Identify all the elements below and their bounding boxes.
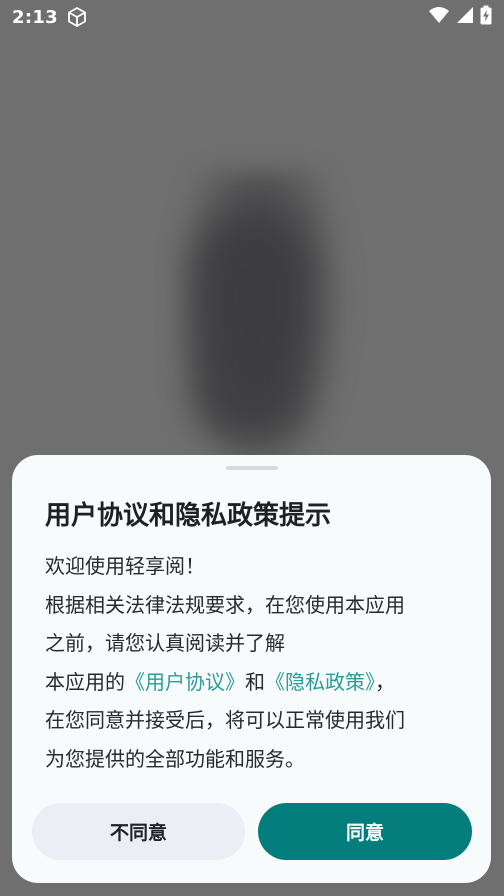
- signal-icon: [456, 6, 474, 28]
- user-agreement-link[interactable]: 《用户协议》: [125, 670, 245, 694]
- dialog-title: 用户协议和隐私政策提示: [45, 501, 332, 531]
- privacy-policy-link[interactable]: 《隐私政策》: [265, 670, 375, 694]
- status-bar: 2:13: [0, 0, 504, 34]
- agree-button[interactable]: 同意: [258, 803, 472, 860]
- status-icons: [428, 5, 492, 29]
- cube-icon: [66, 6, 88, 28]
- wifi-icon: [428, 6, 450, 28]
- battery-charging-icon: [480, 5, 492, 29]
- background-figure: [195, 220, 305, 440]
- status-time: 2:13: [12, 6, 58, 28]
- message-line: 欢迎使用轻享阅！: [45, 554, 205, 578]
- message-line-links: 本应用的《用户协议》和《隐私政策》，: [45, 663, 465, 702]
- privacy-dialog: 用户协议和隐私政策提示 欢迎使用轻享阅！ 根据相关法律法规要求，在您使用本应用 …: [12, 455, 491, 883]
- drag-handle[interactable]: [226, 466, 278, 470]
- dialog-message: 欢迎使用轻享阅！ 根据相关法律法规要求，在您使用本应用 之前，请您认真阅读并了解…: [45, 547, 465, 778]
- message-text: 和: [245, 669, 265, 694]
- disagree-button[interactable]: 不同意: [32, 803, 245, 860]
- message-line: 根据相关法律法规要求，在您使用本应用: [45, 592, 405, 617]
- message-line: 在您同意并接受后，将可以正常使用我们: [45, 708, 405, 732]
- message-text: 本应用的: [45, 669, 125, 694]
- message-line: 为您提供的全部功能和服务。: [45, 746, 305, 771]
- message-text: ，: [375, 669, 395, 694]
- message-line: 之前，请您认真阅读并了解: [45, 631, 285, 655]
